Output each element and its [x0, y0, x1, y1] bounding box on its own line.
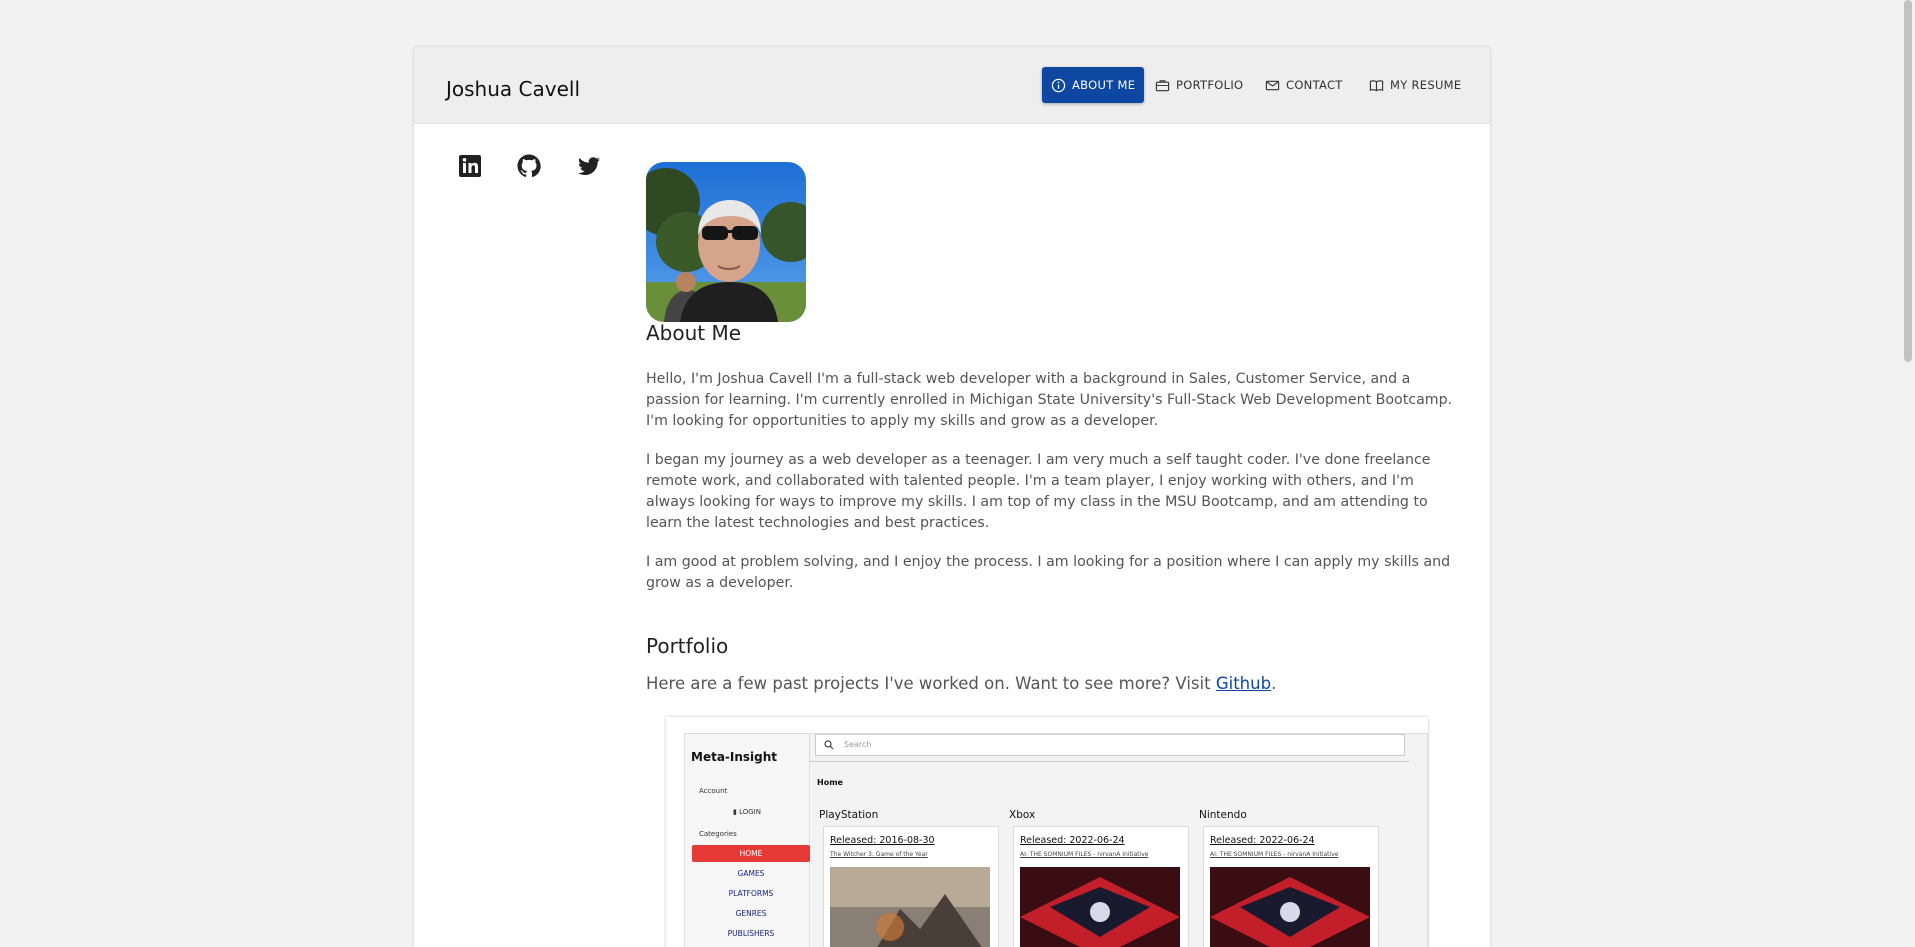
site-header: Joshua Cavell ABOUT ME PORTFOLIO CONTACT…	[414, 47, 1490, 124]
profile-photo	[646, 162, 806, 322]
nav-my-resume-label: MY RESUME	[1390, 78, 1462, 92]
preview-release-date: Released: 2022-06-24	[1210, 835, 1315, 846]
linkedin-icon	[459, 155, 481, 177]
preview-column-title: PlayStation	[819, 809, 879, 821]
preview-breadcrumb: Home	[817, 778, 843, 787]
preview-account-label: Account	[699, 787, 728, 795]
preview-game-title: AI: THE SOMNIUM FILES - nirvanA Initiati…	[1020, 851, 1149, 858]
project-screenshot[interactable]: Meta-Insight Account ▮ LOGIN Categories …	[666, 717, 1428, 947]
info-icon	[1051, 78, 1066, 92]
preview-categories-label: Categories	[699, 830, 737, 838]
meta-insight-preview: Meta-Insight Account ▮ LOGIN Categories …	[684, 733, 1428, 947]
portfolio-intro-text: Here are a few past projects I've worked…	[646, 674, 1216, 693]
twitter-icon	[578, 157, 600, 175]
login-icon: ▮	[733, 808, 737, 816]
preview-game-title: The Witcher 3: Game of the Year	[830, 851, 928, 858]
preview-menu-item: GAMES	[737, 869, 765, 878]
preview-column-title: Nintendo	[1199, 809, 1247, 821]
portfolio-intro-end: .	[1271, 674, 1277, 693]
preview-menu-item: PLATFORMS	[728, 889, 774, 898]
preview-game-title: AI: THE SOMNIUM FILES - nirvanA Initiati…	[1210, 851, 1339, 858]
github-icon	[517, 154, 541, 178]
preview-login-label: LOGIN	[739, 808, 761, 816]
preview-search: Search	[815, 734, 1405, 756]
page-container: Joshua Cavell ABOUT ME PORTFOLIO CONTACT…	[414, 47, 1490, 947]
game-cover-image	[1020, 867, 1180, 947]
github-link-text[interactable]: Github	[1216, 674, 1271, 693]
twitter-link[interactable]	[575, 152, 603, 180]
envelope-icon	[1265, 80, 1280, 90]
nav-about-me-label: ABOUT ME	[1072, 78, 1136, 92]
portfolio-heading: Portfolio	[646, 634, 729, 658]
preview-menu-item: GENRES	[735, 909, 767, 918]
preview-search-placeholder: Search	[844, 740, 872, 749]
preview-login: ▮ LOGIN	[685, 808, 809, 816]
preview-column-title: Xbox	[1009, 809, 1036, 821]
about-me-heading: About Me	[646, 321, 742, 345]
briefcase-icon	[1155, 79, 1170, 91]
preview-divider	[809, 761, 1409, 762]
preview-menu-item: HOME	[692, 845, 810, 862]
site-title: Joshua Cavell	[446, 77, 580, 101]
search-icon	[824, 740, 834, 750]
preview-menu-item: PUBLISHERS	[727, 929, 775, 938]
nav-portfolio-label: PORTFOLIO	[1176, 78, 1244, 92]
portfolio-intro: Here are a few past projects I've worked…	[646, 674, 1276, 693]
github-link[interactable]	[515, 152, 543, 180]
preview-game-card: Released: 2022-06-24 AI: THE SOMNIUM FIL…	[1013, 826, 1189, 947]
preview-game-card: Released: 2022-06-24 AI: THE SOMNIUM FIL…	[1203, 826, 1379, 947]
preview-sidebar: Meta-Insight Account ▮ LOGIN Categories …	[685, 734, 810, 947]
preview-brand: Meta-Insight	[691, 750, 778, 764]
nav-contact-label: CONTACT	[1286, 78, 1343, 92]
linkedin-link[interactable]	[456, 152, 484, 180]
scrollbar[interactable]	[1902, 0, 1915, 947]
preview-release-date: Released: 2016-08-30	[830, 835, 935, 846]
nav-about-me-button[interactable]: ABOUT ME	[1042, 67, 1144, 103]
about-paragraph: Hello, I'm Joshua Cavell I'm a full-stac…	[646, 371, 1453, 429]
nav-my-resume-button[interactable]: MY RESUME	[1369, 67, 1461, 103]
nav-portfolio-button[interactable]: PORTFOLIO	[1155, 67, 1243, 103]
book-icon	[1369, 79, 1384, 91]
preview-game-card: Released: 2016-08-30 The Witcher 3: Game…	[823, 826, 999, 947]
preview-release-date: Released: 2022-06-24	[1020, 835, 1125, 846]
about-paragraph: I began my journey as a web developer as…	[646, 452, 1431, 531]
nav-contact-button[interactable]: CONTACT	[1265, 67, 1343, 103]
about-paragraph: I am good at problem solving, and I enjo…	[646, 554, 1451, 591]
game-cover-image	[830, 867, 990, 947]
game-cover-image	[1210, 867, 1370, 947]
scrollbar-thumb[interactable]	[1904, 0, 1912, 362]
